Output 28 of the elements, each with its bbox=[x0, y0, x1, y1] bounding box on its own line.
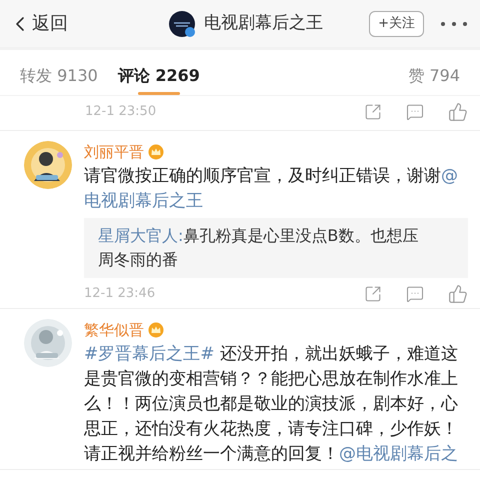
tab[interactable]: 转发 9130 bbox=[20, 66, 98, 96]
likes-tab[interactable]: 赞 794 bbox=[408, 66, 460, 86]
crown-badge-icon bbox=[148, 144, 164, 160]
account-name: 电视剧幕后之王 bbox=[204, 12, 323, 35]
like-icon[interactable] bbox=[448, 284, 468, 304]
comment-text: 请官微按正确的顺序官宣，及时纠正错误，谢谢@ 电视剧幕后之王 bbox=[84, 165, 459, 213]
tab[interactable]: 评论 2269 bbox=[118, 66, 200, 96]
user-name[interactable]: 刘丽平晋 bbox=[84, 140, 144, 164]
reply-author-link[interactable]: 星屑大官人: bbox=[98, 226, 184, 245]
crown-badge-icon bbox=[148, 322, 164, 338]
share-icon[interactable] bbox=[364, 285, 382, 303]
comment-text: #罗晋幕后之王# 还没开拍，就出妖蛾子，难道这 是贵官微的变相营销？？能把心思放在制作水准上 么！！两位演员也都是敬业的演技派，剧本好，心 思正，还怕没有火花热度，请专注口碑，少作妖！ 请正视并给粉丝一个满意的回复！@电视剧幕后之 bbox=[84, 343, 459, 466]
like-icon[interactable] bbox=[448, 102, 468, 122]
reply-text: 星屑大官人:鼻孔粉真是心里没点B数。也想压 周冬雨的番 bbox=[98, 225, 420, 271]
more-icon[interactable] bbox=[440, 20, 468, 26]
back-button[interactable]: 返回 bbox=[12, 10, 132, 37]
comment-icon[interactable] bbox=[406, 285, 424, 303]
mention-link[interactable]: @ bbox=[441, 166, 458, 186]
mention-link[interactable]: #罗晋幕后之王# bbox=[84, 344, 214, 364]
comment-icon[interactable] bbox=[406, 103, 424, 121]
mention-link[interactable]: 电视剧幕后之王 bbox=[84, 191, 203, 211]
comment-time: 12-1 23:50 bbox=[85, 103, 156, 122]
mention-link[interactable]: @电视剧幕后之 bbox=[339, 444, 458, 464]
share-icon[interactable] bbox=[364, 103, 382, 121]
account-avatar-icon bbox=[168, 10, 196, 38]
comment-time: 12-1 23:46 bbox=[84, 285, 156, 304]
user-name[interactable]: 繁华似晋 bbox=[84, 318, 144, 342]
follow-button[interactable]: +关注 bbox=[369, 10, 424, 36]
